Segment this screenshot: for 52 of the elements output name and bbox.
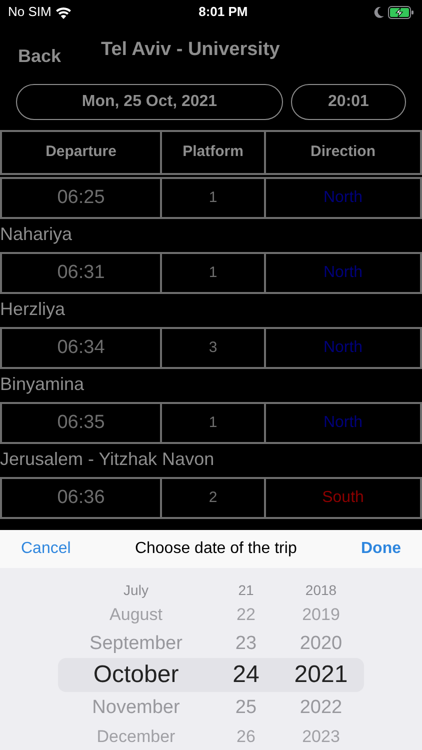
direction-label: North <box>323 413 363 433</box>
destination-label: Nahariya <box>0 223 72 246</box>
cancel-button[interactable]: Cancel <box>21 537 71 561</box>
departure-cell-text: 06:36 <box>56 486 106 510</box>
departure-cell-text: 06:35 <box>56 410 106 435</box>
picker-option[interactable]: 2018 <box>281 583 361 597</box>
picker-option[interactable]: 21 <box>211 583 281 597</box>
back-button[interactable]: Back <box>18 43 62 70</box>
picker-option[interactable]: 2023 <box>281 728 361 744</box>
picker-option[interactable]: 2021 <box>281 663 361 687</box>
carrier-label: No SIM <box>8 3 52 22</box>
picker-option[interactable]: 2022 <box>281 698 361 716</box>
picker-option[interactable]: 24 <box>211 663 281 687</box>
platform-cell: 1 <box>160 179 264 217</box>
picker-option[interactable]: November <box>61 698 211 716</box>
direction-label: South <box>322 488 364 508</box>
picker-option[interactable]: 23 <box>211 634 281 652</box>
picker-option[interactable]: 25 <box>211 698 281 716</box>
departure-cell-text: 06:31 <box>56 260 106 285</box>
direction-label: North <box>323 263 363 283</box>
done-button[interactable]: Done <box>360 537 401 561</box>
departure-cell-text: 06:34 <box>56 336 106 360</box>
picker-option[interactable]: 2020 <box>281 634 361 652</box>
station-title: Tel Aviv - University <box>101 38 280 62</box>
column-header: Platform <box>160 132 264 173</box>
destination-label: Binyamina <box>0 373 84 396</box>
moon-icon <box>374 6 384 18</box>
picker-option[interactable]: 22 <box>211 606 281 622</box>
picker-option[interactable]: 26 <box>211 728 281 744</box>
clock: 8:01 PM <box>198 3 248 22</box>
picker-title: Choose date of the trip <box>134 539 297 559</box>
picker-option[interactable]: August <box>61 606 211 622</box>
destination-label: Jerusalem - Yitzhak Navon <box>0 448 214 471</box>
departure-cell-text: 06:25 <box>56 186 106 210</box>
time-button[interactable]: 20:01 <box>291 84 406 120</box>
direction-label: North <box>323 188 363 208</box>
platform-cell: 2 <box>160 479 264 517</box>
wifi-icon <box>55 6 72 18</box>
platform-cell: 3 <box>160 329 264 367</box>
platform-cell: 1 <box>160 254 264 292</box>
direction-label: North <box>323 338 363 358</box>
picker-option[interactable]: October <box>61 663 211 687</box>
picker-option[interactable]: 2019 <box>281 606 361 622</box>
battery-charging-icon <box>388 6 414 18</box>
picker-option[interactable]: December <box>61 728 211 744</box>
picker-option[interactable]: July <box>61 583 211 597</box>
column-header: Departure <box>44 142 118 162</box>
destination-label: Herzliya <box>0 298 66 321</box>
column-header: Direction <box>264 132 420 173</box>
picker-option[interactable]: September <box>61 634 211 652</box>
platform-cell: 1 <box>160 404 264 442</box>
date-button[interactable]: Mon, 25 Oct, 2021 <box>16 84 283 120</box>
